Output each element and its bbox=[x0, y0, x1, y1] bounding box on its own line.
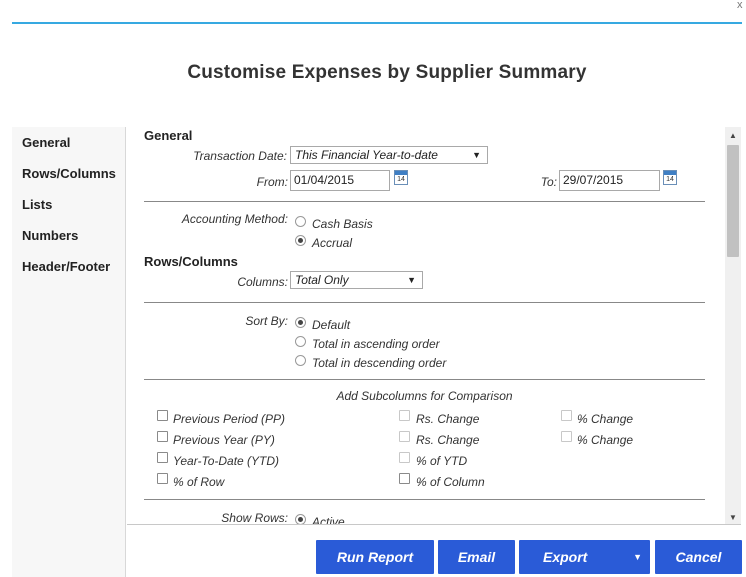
sidebar-item-general[interactable]: General bbox=[12, 127, 125, 158]
transaction-date-label: Transaction Date: bbox=[193, 149, 287, 163]
dropdown-arrow-icon: ▼ bbox=[407, 275, 416, 285]
sort-default-label: Default bbox=[312, 318, 351, 332]
previous-year-checkbox[interactable] bbox=[157, 431, 168, 442]
sort-descending-radio[interactable] bbox=[295, 355, 306, 366]
to-label: To: bbox=[540, 175, 557, 189]
dropdown-arrow-icon: ▼ bbox=[633, 552, 642, 562]
rows-columns-heading: Rows/Columns bbox=[144, 254, 238, 269]
panel-scrollbar[interactable]: ▲ ▼ bbox=[725, 127, 741, 524]
dialog-title: Customise Expenses by Supplier Summary bbox=[187, 62, 587, 83]
scrollbar-thumb[interactable] bbox=[727, 145, 739, 257]
columns-value: Total Only bbox=[295, 273, 349, 287]
settings-sidebar: General Rows/Columns Lists Numbers Heade… bbox=[12, 127, 126, 577]
show-rows-label: Show Rows: bbox=[221, 511, 288, 525]
columns-label: Columns: bbox=[237, 275, 288, 289]
rs-change-py-label: Rs. Change bbox=[416, 433, 480, 447]
pct-of-column-label: % of Column bbox=[416, 475, 485, 489]
year-to-date-label: Year-To-Date (YTD) bbox=[173, 454, 280, 468]
pct-of-ytd-label: % of YTD bbox=[416, 454, 468, 468]
pct-of-row-label: % of Row bbox=[173, 475, 225, 489]
accrual-label: Accrual bbox=[312, 236, 353, 250]
year-to-date-checkbox[interactable] bbox=[157, 452, 168, 463]
section-divider bbox=[144, 201, 705, 202]
sort-by-label: Sort By: bbox=[245, 314, 288, 328]
scroll-down-icon[interactable]: ▼ bbox=[725, 511, 741, 524]
pct-change-py-checkbox[interactable] bbox=[561, 431, 572, 442]
sort-ascending-label: Total in ascending order bbox=[312, 337, 440, 351]
previous-period-label: Previous Period (PP) bbox=[173, 412, 286, 426]
sidebar-item-numbers[interactable]: Numbers bbox=[12, 220, 125, 251]
calendar-day: 14 bbox=[397, 176, 405, 183]
calendar-day: 14 bbox=[666, 176, 674, 183]
section-divider bbox=[144, 302, 705, 303]
to-date-input[interactable]: 29/07/2015 bbox=[559, 170, 660, 191]
sort-default-radio[interactable] bbox=[295, 317, 306, 328]
run-report-button[interactable]: Run Report bbox=[316, 540, 434, 574]
settings-content: General Transaction Date: This Financial… bbox=[127, 127, 725, 525]
show-rows-active-label: Active bbox=[312, 515, 345, 525]
calendar-icon[interactable]: 14 bbox=[663, 170, 677, 185]
from-date-input[interactable]: 01/04/2015 bbox=[290, 170, 390, 191]
pct-change-pp-label: % Change bbox=[577, 412, 634, 426]
accounting-method-label: Accounting Method: bbox=[181, 212, 288, 226]
export-button[interactable]: Export ▼ bbox=[519, 540, 650, 574]
sort-descending-label: Total in descending order bbox=[312, 356, 447, 370]
close-icon[interactable]: x bbox=[737, 0, 743, 11]
cash-basis-radio[interactable] bbox=[295, 216, 306, 227]
export-label: Export bbox=[543, 549, 588, 565]
pct-of-column-checkbox[interactable] bbox=[399, 473, 410, 484]
pct-of-ytd-checkbox[interactable] bbox=[399, 452, 410, 463]
rs-change-py-checkbox[interactable] bbox=[399, 431, 410, 442]
previous-period-checkbox[interactable] bbox=[157, 410, 168, 421]
section-divider bbox=[144, 379, 705, 380]
dropdown-arrow-icon: ▼ bbox=[472, 150, 481, 160]
sort-ascending-radio[interactable] bbox=[295, 336, 306, 347]
subcolumns-heading: Add Subcolumns for Comparison bbox=[336, 389, 513, 403]
sidebar-item-rows-columns[interactable]: Rows/Columns bbox=[12, 158, 125, 189]
show-rows-active-radio[interactable] bbox=[295, 514, 306, 524]
pct-change-py-label: % Change bbox=[577, 433, 634, 447]
sidebar-item-header-footer[interactable]: Header/Footer bbox=[12, 251, 125, 282]
settings-panel: General Transaction Date: This Financial… bbox=[127, 127, 741, 525]
pct-change-pp-checkbox[interactable] bbox=[561, 410, 572, 421]
from-label: From: bbox=[256, 175, 288, 189]
accrual-radio[interactable] bbox=[295, 235, 306, 246]
columns-select[interactable]: Total Only ▼ bbox=[290, 271, 423, 289]
general-heading: General bbox=[144, 128, 193, 143]
section-divider bbox=[144, 499, 705, 500]
scroll-up-icon[interactable]: ▲ bbox=[725, 129, 741, 143]
cancel-button[interactable]: Cancel bbox=[655, 540, 742, 574]
email-button[interactable]: Email bbox=[438, 540, 515, 574]
pct-of-row-checkbox[interactable] bbox=[157, 473, 168, 484]
transaction-date-select[interactable]: This Financial Year-to-date ▼ bbox=[290, 146, 488, 164]
rs-change-pp-label: Rs. Change bbox=[416, 412, 480, 426]
transaction-date-value: This Financial Year-to-date bbox=[295, 148, 438, 162]
calendar-icon[interactable]: 14 bbox=[394, 170, 408, 185]
sidebar-item-lists[interactable]: Lists bbox=[12, 189, 125, 220]
previous-year-label: Previous Year (PY) bbox=[173, 433, 275, 447]
cash-basis-label: Cash Basis bbox=[312, 217, 373, 231]
header-accent-rule bbox=[12, 22, 742, 24]
rs-change-pp-checkbox[interactable] bbox=[399, 410, 410, 421]
